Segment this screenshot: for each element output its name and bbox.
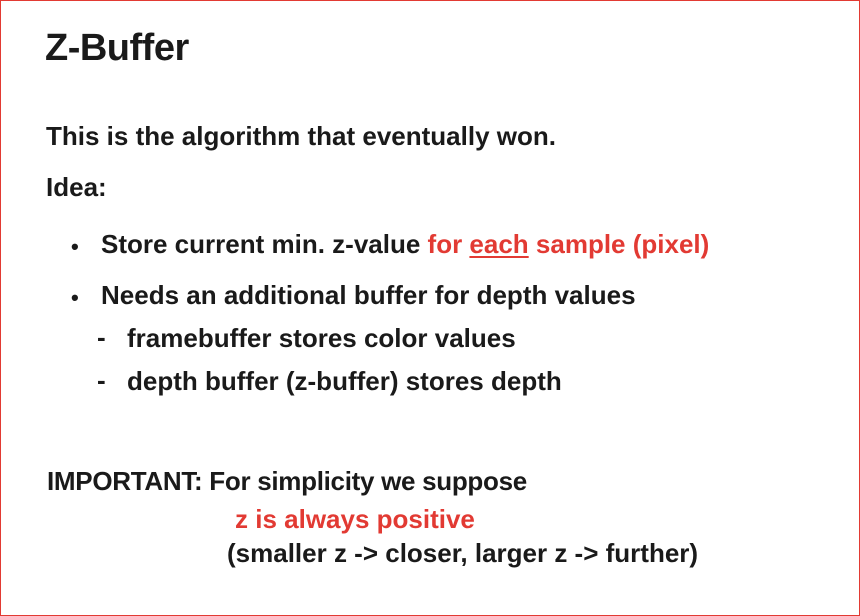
- bullet-additional-buffer: Needs an additional buffer for depth val…: [101, 280, 636, 310]
- bullet-text: Store current min. z-value: [101, 229, 428, 259]
- sub-item-marker: -: [97, 322, 106, 352]
- highlight-for: for: [427, 229, 470, 259]
- z-positive-note: z is always positive: [235, 504, 475, 534]
- bullet-marker: •: [71, 285, 79, 310]
- closer-further-note: (smaller z -> closer, larger z -> furthe…: [227, 538, 699, 568]
- sub-item-depth-buffer: depth buffer (z-buffer) stores depth: [127, 366, 562, 396]
- important-note: IMPORTANT: For simplicity we suppose: [47, 466, 527, 496]
- sub-item-marker: -: [97, 365, 106, 395]
- idea-label: Idea:: [46, 172, 107, 202]
- intro-text: This is the algorithm that eventually wo…: [46, 121, 556, 151]
- slide-title: Z-Buffer: [45, 27, 189, 69]
- highlight-each-underlined: each: [469, 229, 529, 259]
- bullet-marker: •: [71, 234, 79, 259]
- bullet-store-current-min: Store current min. z-value for each samp…: [101, 229, 709, 260]
- sub-item-framebuffer: framebuffer stores color values: [127, 323, 516, 353]
- slide: Z-Buffer This is the algorithm that even…: [0, 0, 860, 616]
- highlight-sample-pixel: sample (pixel): [528, 229, 710, 259]
